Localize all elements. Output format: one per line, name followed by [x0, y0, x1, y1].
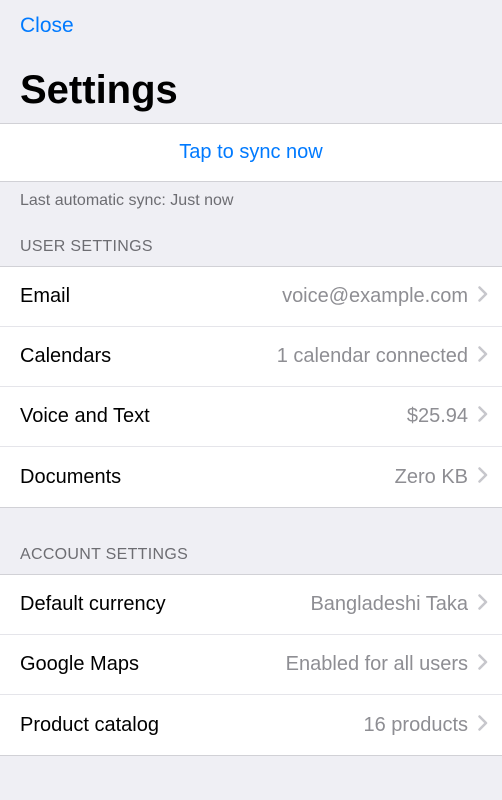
email-label: Email — [20, 285, 70, 308]
user-settings-header: USER SETTINGS — [0, 238, 502, 266]
sync-section: Tap to sync now — [0, 123, 502, 182]
account-settings-header: ACCOUNT SETTINGS — [0, 546, 502, 574]
voice-and-text-row[interactable]: Voice and Text $25.94 — [0, 387, 502, 447]
email-row[interactable]: Email voice@example.com — [0, 267, 502, 327]
account-settings-list: Default currency Bangladeshi Taka Google… — [0, 574, 502, 756]
product-catalog-label: Product catalog — [20, 714, 159, 737]
chevron-right-icon — [478, 467, 488, 488]
documents-label: Documents — [20, 466, 121, 489]
sync-status-text: Last automatic sync: Just now — [0, 182, 502, 238]
voice-and-text-label: Voice and Text — [20, 405, 150, 428]
voice-and-text-value: $25.94 — [397, 405, 468, 428]
google-maps-value: Enabled for all users — [276, 653, 468, 676]
section-gap — [0, 508, 502, 546]
sync-now-button[interactable]: Tap to sync now — [0, 124, 502, 181]
default-currency-label: Default currency — [20, 593, 166, 616]
header-bar: Close — [0, 0, 502, 50]
google-maps-label: Google Maps — [20, 653, 139, 676]
email-value: voice@example.com — [272, 285, 468, 308]
documents-value: Zero KB — [385, 466, 468, 489]
chevron-right-icon — [478, 715, 488, 736]
calendars-label: Calendars — [20, 345, 111, 368]
default-currency-value: Bangladeshi Taka — [300, 593, 468, 616]
chevron-right-icon — [478, 594, 488, 615]
chevron-right-icon — [478, 346, 488, 367]
close-button[interactable]: Close — [20, 10, 74, 42]
calendars-value: 1 calendar connected — [267, 345, 468, 368]
page-title: Settings — [0, 50, 502, 123]
chevron-right-icon — [478, 406, 488, 427]
chevron-right-icon — [478, 654, 488, 675]
google-maps-row[interactable]: Google Maps Enabled for all users — [0, 635, 502, 695]
documents-row[interactable]: Documents Zero KB — [0, 447, 502, 507]
default-currency-row[interactable]: Default currency Bangladeshi Taka — [0, 575, 502, 635]
user-settings-list: Email voice@example.com Calendars 1 cale… — [0, 266, 502, 508]
product-catalog-value: 16 products — [353, 714, 468, 737]
chevron-right-icon — [478, 286, 488, 307]
product-catalog-row[interactable]: Product catalog 16 products — [0, 695, 502, 755]
calendars-row[interactable]: Calendars 1 calendar connected — [0, 327, 502, 387]
